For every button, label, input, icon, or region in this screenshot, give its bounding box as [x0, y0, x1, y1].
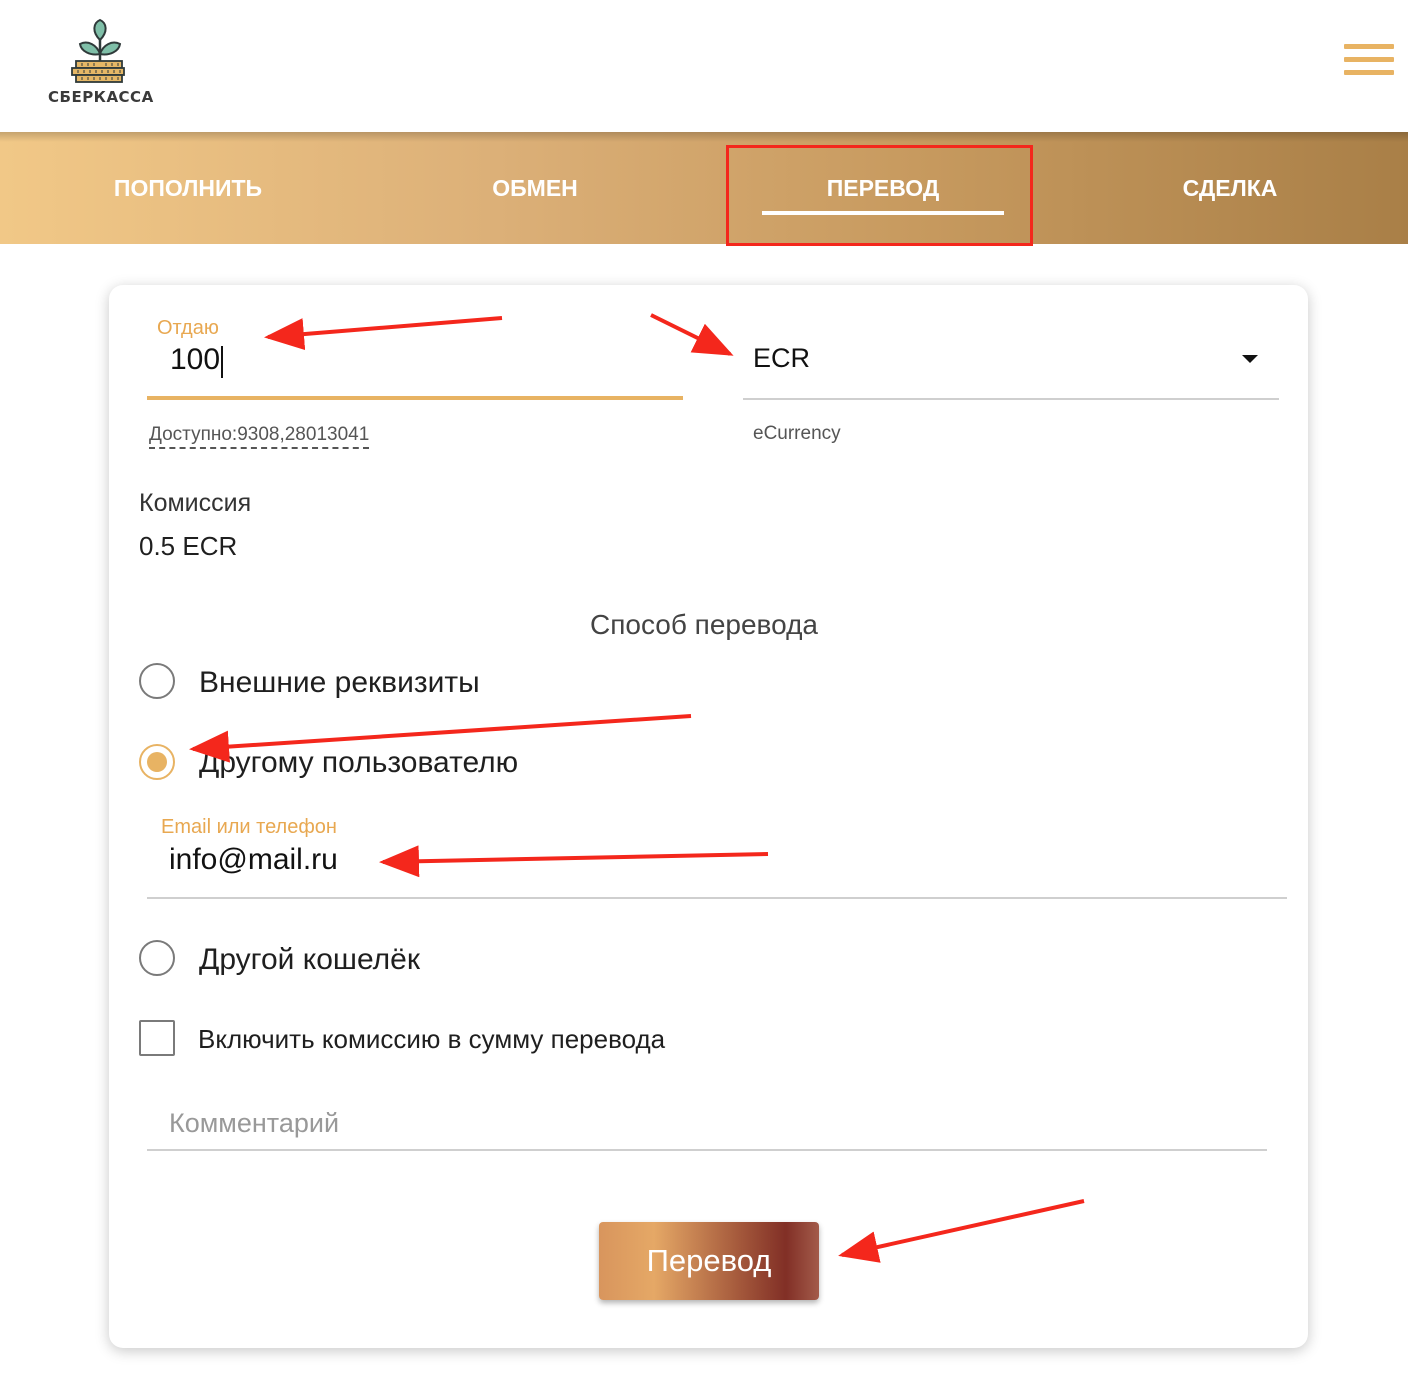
plant-logo-icon [71, 18, 125, 83]
tab-deal[interactable]: СДЕЛКА [1054, 132, 1406, 244]
available-balance-link[interactable]: Доступно:9308,28013041 [149, 424, 370, 449]
text-caret [221, 346, 223, 378]
currency-caption: eCurrency [753, 423, 841, 444]
radio-other-user[interactable] [139, 744, 175, 780]
commission-value: 0.5 ECR [139, 531, 238, 561]
currency-underline [743, 398, 1279, 400]
radio-other-user-label[interactable]: Другому пользователю [199, 746, 518, 780]
logo[interactable]: СБЕРКАССА [48, 18, 154, 110]
include-fee-label[interactable]: Включить комиссию в сумму перевода [198, 1024, 665, 1055]
give-amount-input[interactable]: 100 [170, 343, 220, 377]
commission-label: Комиссия [139, 489, 252, 517]
comment-underline [147, 1149, 1267, 1151]
site-header: СБЕРКАССА [0, 0, 1408, 132]
annotation-highlight-box [726, 145, 1033, 246]
comment-input[interactable]: Комментарий [169, 1108, 339, 1139]
radio-external-details-label[interactable]: Внешние реквизиты [199, 666, 480, 700]
tab-deposit[interactable]: ПОПОЛНИТЬ [12, 132, 364, 244]
tab-exchange[interactable]: ОБМЕН [359, 132, 711, 244]
method-title: Способ перевода [590, 609, 818, 640]
radio-other-wallet[interactable] [139, 940, 175, 976]
radio-other-wallet-label[interactable]: Другой кошелёк [199, 943, 420, 977]
currency-select[interactable]: ECR [753, 343, 810, 374]
recipient-label: Email или телефон [161, 816, 337, 838]
recipient-input[interactable]: info@mail.ru [169, 843, 338, 877]
radio-external-details[interactable] [139, 663, 175, 699]
include-fee-checkbox[interactable] [139, 1020, 175, 1056]
hamburger-menu-icon[interactable] [1344, 44, 1394, 78]
give-amount-label: Отдаю [157, 317, 219, 339]
give-amount-underline [147, 396, 683, 400]
recipient-underline [147, 897, 1287, 899]
tab-bar: ПОПОЛНИТЬ ОБМЕН ПЕРЕВОД СДЕЛКА [0, 132, 1408, 244]
transfer-submit-button[interactable]: Перевод [599, 1222, 819, 1300]
dropdown-arrow-icon[interactable] [1242, 355, 1258, 363]
available-balance-wrap: Доступно:9308,28013041 [149, 424, 370, 449]
logo-text: СБЕРКАССА [48, 88, 154, 106]
